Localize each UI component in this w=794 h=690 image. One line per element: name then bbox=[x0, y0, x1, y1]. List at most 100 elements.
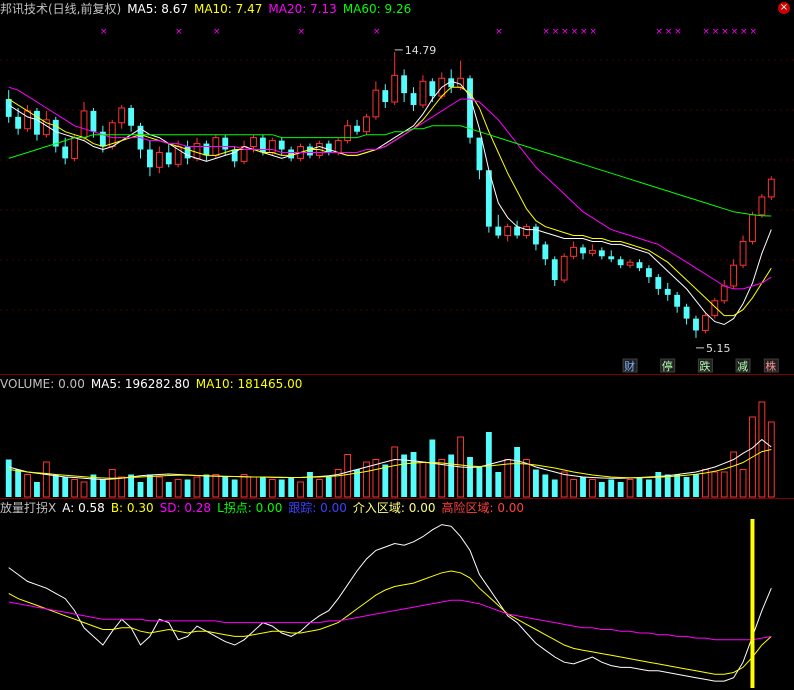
candle-body bbox=[24, 110, 31, 130]
candle-body bbox=[626, 261, 634, 266]
volume-bar bbox=[250, 476, 257, 498]
volume-bar bbox=[34, 482, 40, 497]
volume-bar bbox=[758, 401, 766, 498]
candle-body bbox=[730, 264, 738, 287]
signal-x-marker: × bbox=[702, 27, 710, 37]
candle-body bbox=[147, 149, 153, 168]
signal-x-marker: × bbox=[721, 27, 729, 37]
event-label: 财 bbox=[624, 359, 635, 373]
candle-body bbox=[165, 152, 172, 165]
signal-x-marker: × bbox=[580, 27, 588, 37]
candle-body bbox=[476, 137, 483, 171]
candle-body bbox=[767, 178, 775, 198]
candle-body bbox=[278, 140, 285, 150]
volume-bar bbox=[711, 471, 719, 498]
volume-bar bbox=[448, 454, 455, 497]
volume-bar bbox=[212, 474, 220, 498]
volume-bar bbox=[259, 477, 266, 497]
candle-body bbox=[344, 125, 352, 142]
volume-bar bbox=[15, 469, 22, 497]
volume-bar bbox=[730, 451, 738, 498]
candle-body bbox=[268, 140, 276, 153]
volume-bar bbox=[174, 479, 182, 498]
candle-body bbox=[758, 196, 766, 216]
volume-bar bbox=[551, 479, 558, 497]
volume-bar bbox=[617, 482, 624, 497]
event-label: 停 bbox=[662, 359, 673, 373]
candle-body bbox=[15, 116, 22, 129]
volume-bar bbox=[683, 477, 690, 497]
volume-bar bbox=[720, 471, 728, 498]
signal-x-marker: × bbox=[495, 27, 503, 37]
candle-body bbox=[749, 214, 756, 242]
signal-x-marker: × bbox=[731, 27, 739, 37]
candle-body bbox=[617, 259, 624, 266]
signal-x-marker: × bbox=[665, 27, 673, 37]
volume-bar bbox=[674, 474, 681, 497]
volume-bar bbox=[108, 469, 116, 498]
volume-bar bbox=[137, 482, 144, 497]
volume-bar bbox=[5, 459, 12, 497]
volume-bar bbox=[315, 479, 323, 498]
candle-body bbox=[363, 116, 370, 133]
indicator-line-b bbox=[8, 570, 772, 675]
candle-body bbox=[664, 288, 671, 295]
candle-body bbox=[683, 306, 690, 319]
event-label: 株 bbox=[765, 359, 776, 373]
signal-x-marker: × bbox=[589, 27, 597, 37]
candle-body bbox=[504, 226, 512, 237]
candle-body bbox=[334, 140, 342, 153]
volume-bar bbox=[344, 454, 352, 498]
candle-body bbox=[250, 137, 257, 148]
signal-x-marker: × bbox=[749, 27, 757, 37]
volume-bar bbox=[307, 472, 313, 497]
candle-body bbox=[90, 110, 97, 132]
volume-bar bbox=[222, 477, 229, 497]
stock-chart[interactable]: 14.795.15× × × × × × × × × × × × × × × × × × × × ×财停跌减株 bbox=[0, 0, 794, 690]
candle-body bbox=[203, 143, 210, 156]
candle-body bbox=[62, 146, 69, 159]
annotation-high: 14.79 bbox=[405, 44, 437, 57]
candle-body bbox=[598, 250, 605, 257]
volume-bar bbox=[739, 469, 747, 498]
candle-body bbox=[382, 90, 389, 103]
candle-body bbox=[636, 262, 643, 269]
volume-bar bbox=[533, 469, 539, 497]
volume-bar bbox=[288, 477, 295, 497]
volume-bar bbox=[325, 477, 332, 497]
candle-body bbox=[71, 137, 79, 159]
volume-bar bbox=[664, 474, 671, 497]
candle-body bbox=[34, 110, 40, 135]
candle-body bbox=[720, 285, 728, 302]
candle-body bbox=[457, 77, 465, 88]
volume-bar bbox=[608, 479, 615, 497]
volume-bar bbox=[588, 479, 596, 498]
candle-body bbox=[80, 110, 88, 139]
volume-bar bbox=[278, 479, 285, 497]
candle-body bbox=[325, 143, 332, 153]
volume-bar bbox=[118, 476, 126, 498]
volume-bar bbox=[24, 474, 31, 498]
candle-body bbox=[354, 125, 360, 132]
volume-bar bbox=[419, 461, 427, 498]
volume-bar bbox=[542, 474, 549, 497]
volume-bar bbox=[429, 439, 436, 497]
volume-bar bbox=[767, 421, 775, 498]
candle-body bbox=[259, 137, 266, 153]
indicator-line-a bbox=[8, 524, 772, 682]
candle-body bbox=[419, 80, 427, 106]
volume-bar bbox=[155, 476, 163, 498]
volume-bar bbox=[570, 479, 578, 498]
volume-bar bbox=[580, 477, 586, 497]
candle-body bbox=[542, 244, 549, 260]
candle-body bbox=[193, 143, 201, 159]
candle-body bbox=[551, 259, 558, 281]
volume-bar bbox=[231, 479, 238, 497]
signal-x-marker: × bbox=[373, 27, 381, 37]
candle-body bbox=[560, 255, 568, 281]
volume-bar bbox=[42, 461, 50, 498]
volume-bar bbox=[71, 479, 79, 498]
volume-bar bbox=[514, 447, 521, 497]
volume-bar bbox=[52, 474, 59, 497]
candle-body bbox=[580, 247, 586, 254]
